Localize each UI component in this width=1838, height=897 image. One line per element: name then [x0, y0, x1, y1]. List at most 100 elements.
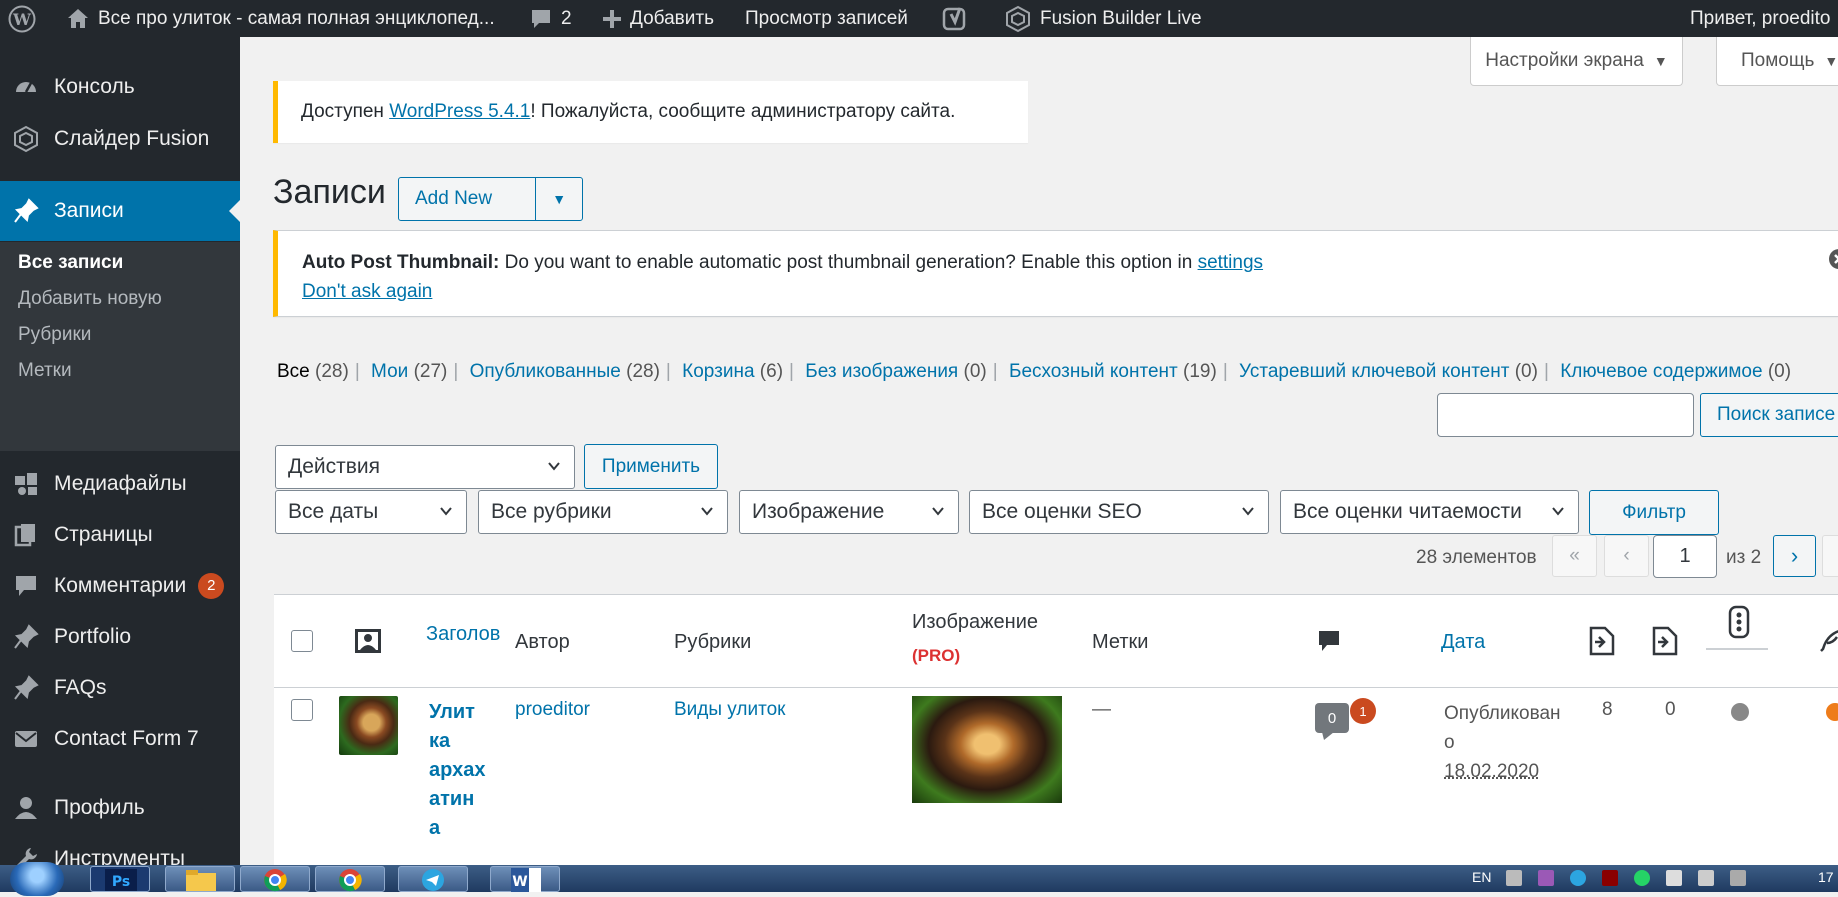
taskbar-chrome-2[interactable]: [315, 866, 385, 892]
view-posts-label: Просмотр записей: [745, 8, 908, 29]
taskbar-photoshop[interactable]: Ps: [90, 866, 150, 892]
sidebar-item-faqs[interactable]: FAQs: [0, 666, 240, 710]
help-button[interactable]: Помощь ▼: [1716, 37, 1838, 86]
filter-cornerstone[interactable]: Ключевое содержимое (0): [1560, 361, 1791, 382]
windows-taskbar: Ps W EN 17: [0, 862, 1838, 896]
my-account-link[interactable]: Привет, proedito: [1690, 0, 1830, 37]
submenu-categories[interactable]: Рубрики: [18, 324, 91, 346]
date-column-header[interactable]: Дата: [1441, 631, 1485, 654]
next-page-button[interactable]: ›: [1773, 535, 1816, 577]
add-new-dropdown-toggle[interactable]: ▼: [535, 178, 582, 220]
sidebar-item-console[interactable]: Консоль: [0, 65, 240, 109]
start-button[interactable]: [10, 862, 64, 896]
comments-column-icon: [1319, 631, 1339, 651]
site-name-link[interactable]: Все про улиток - самая полная энциклопед…: [66, 0, 495, 37]
taskbar-explorer[interactable]: [165, 866, 235, 892]
row-checkbox[interactable]: [291, 699, 313, 721]
dont-ask-again-link[interactable]: Don't ask again: [302, 281, 432, 302]
chevron-down-icon: [701, 507, 713, 516]
filter-button[interactable]: Фильтр: [1589, 490, 1719, 535]
tray-whatsapp-icon[interactable]: [1634, 870, 1650, 886]
submenu-add-new[interactable]: Добавить новую: [18, 288, 162, 310]
sidebar-item-pages[interactable]: Страницы: [0, 513, 240, 557]
current-page-input[interactable]: 1: [1653, 535, 1717, 578]
last-page-button[interactable]: [1822, 535, 1838, 577]
add-new-button[interactable]: Add New: [399, 188, 535, 210]
comments-badge: 2: [198, 573, 225, 599]
language-indicator[interactable]: EN: [1472, 869, 1491, 885]
filter-trash[interactable]: Корзина (6): [682, 361, 783, 382]
comments-link[interactable]: 2: [529, 0, 572, 37]
date-filter-select[interactable]: Все даты: [275, 490, 467, 534]
update-link[interactable]: WordPress 5.4.1: [389, 101, 530, 122]
sidebar-item-fusion-slider[interactable]: Слайдер Fusion: [0, 117, 240, 161]
tray-flag-icon[interactable]: [1730, 870, 1746, 886]
apply-button[interactable]: Применить: [584, 444, 718, 489]
sidebar-item-profile[interactable]: Профиль: [0, 786, 240, 830]
pin-icon: [12, 197, 40, 225]
chevron-down-icon: [1242, 507, 1254, 516]
tray-volume-icon[interactable]: [1698, 870, 1714, 886]
bulk-actions-value: Действия: [288, 455, 381, 478]
admin-bar: W Все про улиток - самая полная энциклоп…: [0, 0, 1838, 37]
post-title-link[interactable]: Улит ка архах атин а: [429, 698, 485, 843]
seo-filter-select[interactable]: Все оценки SEO: [969, 490, 1269, 534]
new-content-link[interactable]: Добавить: [602, 0, 714, 37]
sidebar-item-portfolio[interactable]: Portfolio: [0, 615, 240, 659]
filter-orphaned[interactable]: Бесхозный контент (19): [1009, 361, 1217, 382]
fusion-builder-link[interactable]: Fusion Builder Live: [1004, 0, 1202, 37]
sidebar-item-posts[interactable]: Записи: [0, 181, 240, 241]
yoast-icon[interactable]: [942, 0, 968, 37]
sidebar-item-contact-form[interactable]: Contact Form 7: [0, 717, 240, 761]
settings-link[interactable]: settings: [1198, 252, 1263, 273]
search-posts-button[interactable]: Поиск записе: [1700, 393, 1838, 437]
sidebar-item-label: Профиль: [54, 796, 145, 819]
pin-icon: [12, 674, 40, 702]
search-button-label: Поиск записе: [1717, 404, 1836, 425]
image-filter-select[interactable]: Изображение: [739, 490, 959, 534]
category-filter-select[interactable]: Все рубрики: [478, 490, 728, 534]
bulk-actions-select[interactable]: Действия: [275, 445, 575, 489]
add-new-label: Добавить: [630, 8, 714, 29]
image-filter-value: Изображение: [752, 500, 885, 523]
filter-no-image[interactable]: Без изображения (0): [805, 361, 987, 382]
select-all-checkbox[interactable]: [291, 630, 313, 652]
taskbar-telegram[interactable]: [398, 866, 468, 892]
search-input[interactable]: [1437, 393, 1694, 437]
approved-comments-bubble[interactable]: 0: [1315, 703, 1349, 733]
category-link[interactable]: Виды улиток: [674, 699, 785, 721]
tray-telegram-icon[interactable]: [1570, 870, 1586, 886]
tray-printer-icon[interactable]: [1506, 870, 1522, 886]
prev-page-button[interactable]: ‹: [1604, 535, 1649, 577]
update-text: ! Пожалуйста, сообщите администратору са…: [530, 101, 956, 122]
add-new-button-group: Add New ▼: [398, 177, 583, 221]
view-posts-link[interactable]: Просмотр записей: [745, 0, 908, 37]
tray-viber-icon[interactable]: [1538, 870, 1554, 886]
close-icon[interactable]: [1828, 248, 1838, 270]
sidebar-item-comments[interactable]: Комментарии 2: [0, 564, 240, 608]
sidebar-item-media[interactable]: Медиафайлы: [0, 462, 240, 506]
bubble-tail: [1322, 732, 1334, 740]
taskbar-word[interactable]: W: [490, 866, 560, 892]
tray-network-icon[interactable]: [1666, 870, 1682, 886]
taskbar-chrome-1[interactable]: [240, 866, 310, 892]
pages-icon: [12, 521, 40, 549]
author-link[interactable]: proeditor: [515, 699, 590, 721]
filter-stale-cornerstone[interactable]: Устаревший ключевой контент (0): [1239, 361, 1538, 382]
tray-app-icon[interactable]: [1602, 870, 1618, 886]
wordpress-logo-icon[interactable]: W: [8, 0, 36, 37]
readability-filter-select[interactable]: Все оценки читаемости: [1280, 490, 1579, 534]
submenu-all-posts[interactable]: Все записи: [18, 252, 123, 274]
clock[interactable]: 17: [1818, 869, 1834, 885]
pending-comments-badge[interactable]: 1: [1350, 698, 1376, 724]
filter-published[interactable]: Опубликованные (28): [470, 361, 660, 382]
post-featured-image: [912, 696, 1062, 803]
filter-all[interactable]: Все (28): [277, 361, 349, 382]
screen-options-button[interactable]: Настройки экрана ▼: [1470, 37, 1683, 86]
first-page-button[interactable]: «: [1552, 535, 1597, 577]
submenu-tags[interactable]: Метки: [18, 360, 72, 382]
pending-comments-count: 1: [1359, 703, 1367, 719]
title-column-header[interactable]: Заголов: [426, 623, 502, 646]
filter-mine[interactable]: Мои (27): [371, 361, 447, 382]
fusion-logo-icon: [1006, 5, 1030, 32]
